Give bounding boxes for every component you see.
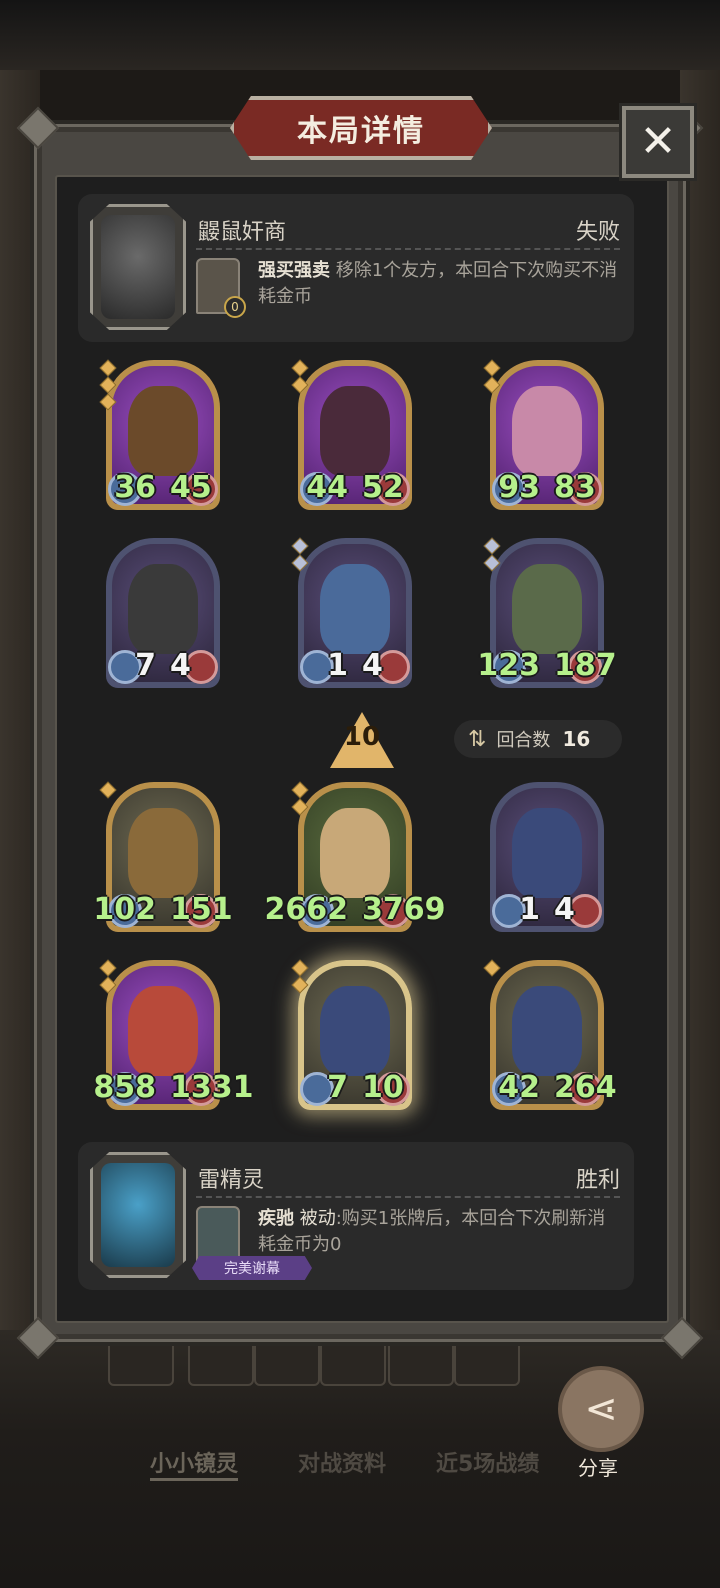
attack-value: 102 bbox=[93, 892, 156, 927]
attack-value: 858 bbox=[93, 1070, 156, 1105]
unit-stars bbox=[99, 959, 117, 996]
attack-value: 44 bbox=[306, 470, 348, 505]
attack-value: 42 bbox=[498, 1070, 540, 1105]
rounds-value: 16 bbox=[562, 727, 591, 751]
top-bar bbox=[0, 0, 720, 70]
opponent-unit-card[interactable]: 93 83 bbox=[483, 359, 604, 516]
unit-art bbox=[128, 386, 198, 476]
divider bbox=[196, 1196, 620, 1198]
health-value: 4 bbox=[554, 892, 575, 927]
attack-value: 36 bbox=[114, 470, 156, 505]
health-value: 187 bbox=[554, 648, 617, 683]
skill-icon[interactable] bbox=[196, 1206, 240, 1262]
unit-art bbox=[320, 986, 390, 1076]
opponent-result: 失败 bbox=[575, 220, 620, 245]
tab-battle-info[interactable]: 对战资料 bbox=[298, 1446, 386, 1478]
unit-art bbox=[512, 808, 582, 898]
unit-stars bbox=[483, 537, 501, 574]
attack-value: 7 bbox=[135, 648, 156, 683]
divider bbox=[196, 248, 620, 250]
team-thumb bbox=[454, 1340, 520, 1386]
unit-art bbox=[320, 564, 390, 654]
unit-stars bbox=[291, 359, 309, 396]
opponent-avatar[interactable] bbox=[90, 204, 186, 330]
opponent-unit-card[interactable]: 1 4 bbox=[291, 537, 412, 694]
health-value: 4 bbox=[362, 648, 383, 683]
team-thumb bbox=[108, 1340, 174, 1386]
opponent-unit-card[interactable]: 7 4 bbox=[106, 538, 220, 694]
player-unit-card[interactable]: 2662 3769 bbox=[265, 781, 446, 938]
unit-stars bbox=[99, 359, 117, 413]
tab-mirror-spirit[interactable]: 小小镜灵 bbox=[150, 1446, 239, 1481]
swap-icon: ⇅ bbox=[468, 726, 487, 752]
health-value: 10 bbox=[362, 1070, 404, 1105]
player-unit-card[interactable]: 7 10 bbox=[291, 959, 412, 1116]
team-thumb bbox=[188, 1340, 254, 1386]
opponent-unit-card[interactable]: 44 52 bbox=[291, 359, 412, 516]
health-value: 83 bbox=[554, 470, 596, 505]
unit-stars bbox=[291, 959, 309, 996]
share-label: 分享 bbox=[578, 1456, 618, 1480]
skill-cost-badge: 0 bbox=[224, 296, 246, 318]
attack-value: 1 bbox=[519, 892, 540, 927]
unit-art bbox=[128, 564, 198, 654]
perfect-finish-badge: 完美谢幕 bbox=[192, 1256, 312, 1280]
opponent-unit-card[interactable]: 123 187 bbox=[477, 537, 617, 694]
unit-art bbox=[512, 386, 582, 476]
right-backdrop bbox=[680, 70, 720, 1410]
unit-stars bbox=[99, 781, 117, 801]
skill-tag: 被动 bbox=[299, 1208, 336, 1229]
unit-stars bbox=[291, 781, 309, 818]
close-icon: ✕ bbox=[639, 116, 677, 167]
unit-stars bbox=[483, 959, 501, 979]
unit-art bbox=[128, 986, 198, 1076]
attack-value: 93 bbox=[498, 470, 540, 505]
attack-value: 7 bbox=[327, 1070, 348, 1105]
health-value: 45 bbox=[170, 470, 212, 505]
player-unit-card[interactable]: 42 264 bbox=[483, 959, 617, 1116]
health-value: 52 bbox=[362, 470, 404, 505]
unit-stars bbox=[483, 359, 501, 396]
health-value: 3769 bbox=[362, 892, 446, 927]
unit-stars bbox=[291, 537, 309, 574]
player-unit-card[interactable]: 1 4 bbox=[490, 782, 604, 938]
health-value: 1331 bbox=[170, 1070, 254, 1105]
share-icon: ⋖ bbox=[584, 1386, 618, 1432]
unit-art bbox=[320, 386, 390, 476]
team-thumb bbox=[388, 1340, 454, 1386]
team-thumb bbox=[254, 1340, 320, 1386]
opponent-name: 鼹鼠奸商 bbox=[198, 220, 287, 245]
attack-value: 1 bbox=[327, 648, 348, 683]
team-thumb bbox=[320, 1340, 386, 1386]
rounds-label: 回合数 bbox=[496, 730, 551, 751]
tavern-level: 10 bbox=[343, 722, 381, 752]
unit-art bbox=[512, 986, 582, 1076]
tab-recent-matches[interactable]: 近5场战绩 bbox=[436, 1446, 539, 1478]
player-unit-card[interactable]: 858 1331 bbox=[93, 959, 254, 1116]
skill-name: 疾驰 bbox=[258, 1208, 294, 1229]
player-result: 胜利 bbox=[575, 1168, 620, 1193]
title-banner: 本局详情 bbox=[230, 96, 492, 160]
skill-description: 疾驰 被动:购买1张牌后，本回合下次刷新消耗金币为0 bbox=[258, 1206, 618, 1258]
health-value: 151 bbox=[170, 892, 233, 927]
close-button[interactable]: ✕ bbox=[622, 106, 694, 178]
attack-value: 2662 bbox=[264, 892, 349, 927]
unit-art bbox=[512, 564, 582, 654]
player-unit-card[interactable]: 102 151 bbox=[93, 781, 233, 938]
skill-name: 强买强卖 bbox=[258, 260, 330, 281]
unit-art bbox=[320, 808, 390, 898]
opponent-row: 鼹鼠奸商 失败 0 强买强卖 移除1个友方，本回合下次购买不消耗金币 bbox=[78, 194, 634, 342]
unit-art bbox=[128, 808, 198, 898]
page-title: 本局详情 bbox=[297, 114, 425, 149]
attack-value: 123 bbox=[477, 648, 540, 683]
player-avatar[interactable] bbox=[90, 1152, 186, 1278]
skill-description: 强买强卖 移除1个友方，本回合下次购买不消耗金币 bbox=[258, 258, 618, 310]
player-row: 雷精灵 胜利 疾驰 被动:购买1张牌后，本回合下次刷新消耗金币为0 完美谢幕 bbox=[78, 1142, 634, 1290]
health-value: 264 bbox=[554, 1070, 617, 1105]
health-value: 4 bbox=[170, 648, 191, 683]
share-button[interactable]: ⋖ bbox=[558, 1366, 644, 1452]
player-name: 雷精灵 bbox=[198, 1168, 265, 1193]
opponent-unit-card[interactable]: 36 45 bbox=[99, 359, 220, 516]
rounds-pill: ⇅ 回合数 16 bbox=[454, 720, 622, 758]
